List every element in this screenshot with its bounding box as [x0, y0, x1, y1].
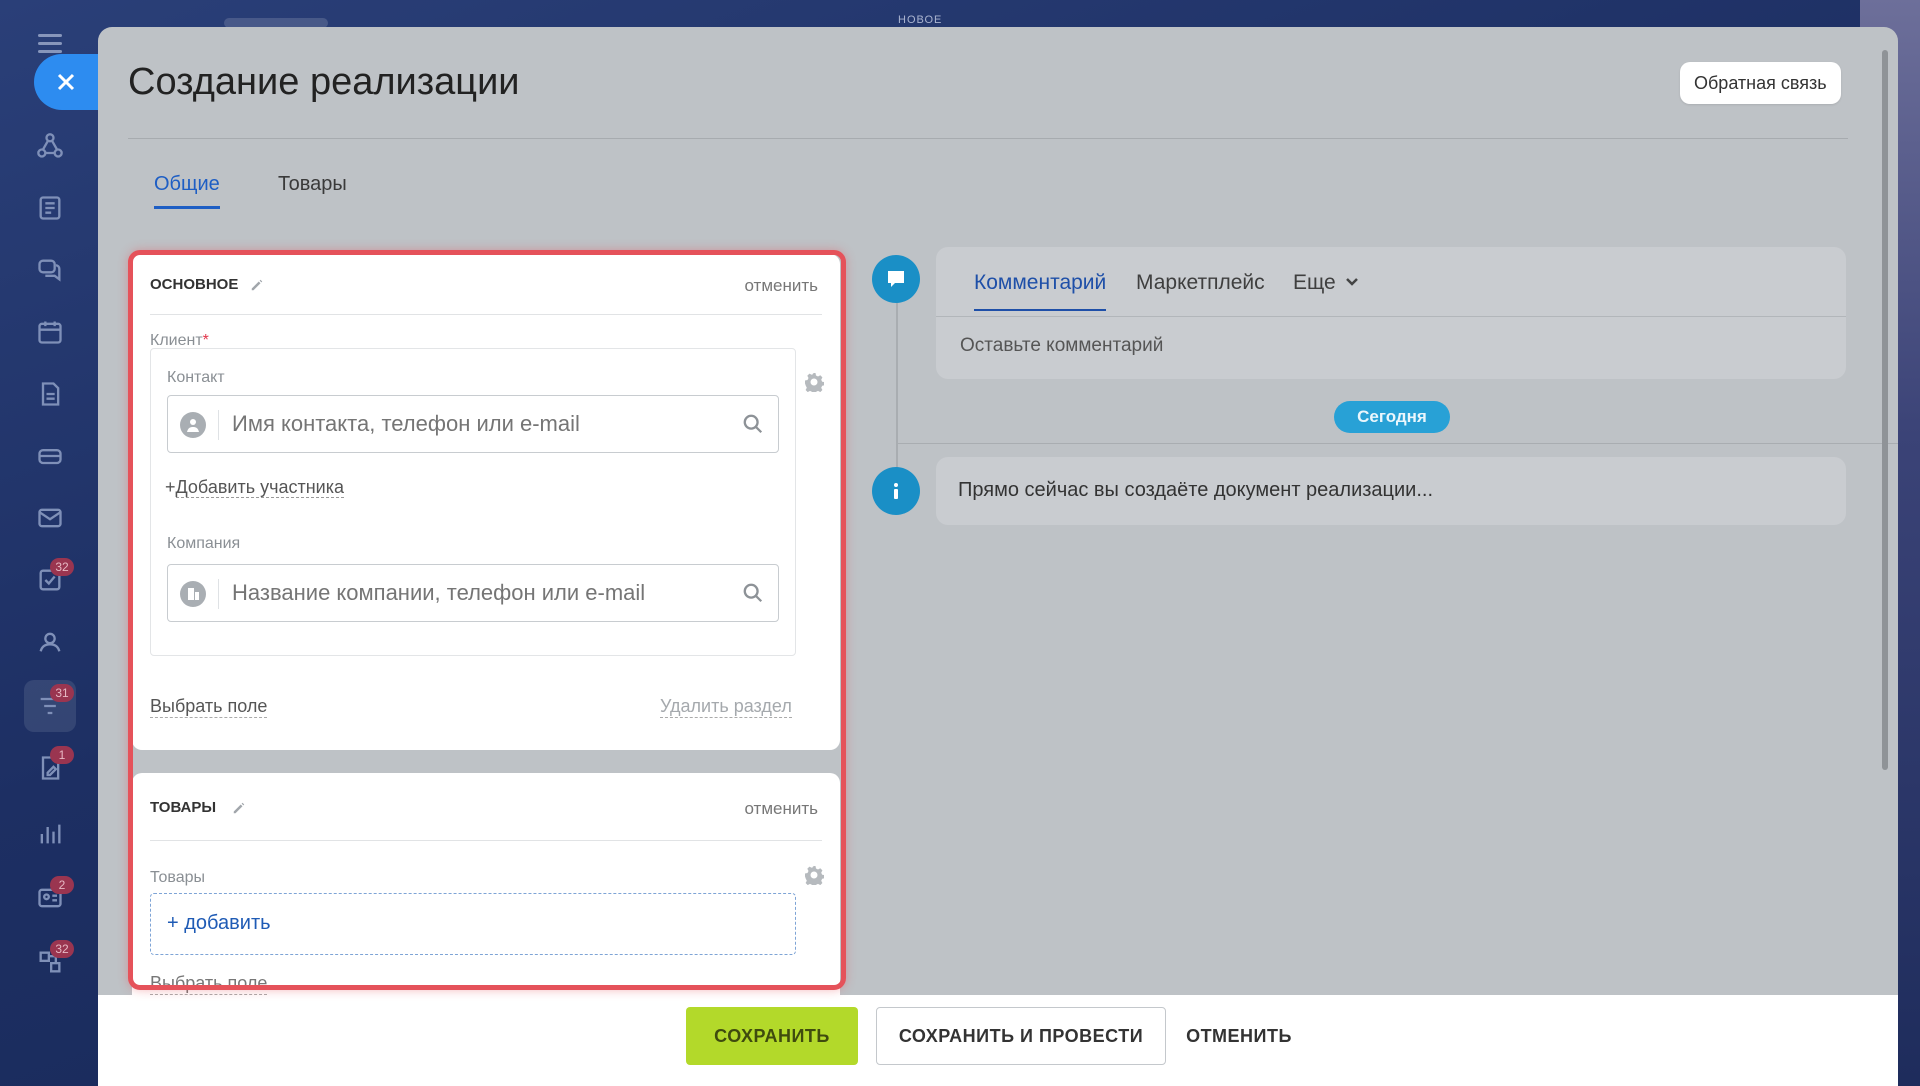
company-field[interactable]	[167, 564, 779, 622]
today-badge: Сегодня	[1334, 401, 1450, 433]
calendar-icon	[38, 321, 62, 344]
tab-general[interactable]: Общие	[154, 173, 220, 209]
pencil-icon-svg	[251, 279, 263, 291]
comment-divider	[936, 316, 1846, 317]
rail-item-tasks[interactable]: 32	[24, 554, 76, 606]
building-icon	[180, 581, 206, 607]
search-icon[interactable]	[742, 413, 764, 435]
search-icon[interactable]	[742, 582, 764, 604]
top-label: НОВОЕ	[898, 14, 943, 26]
page-title: Создание реализации	[128, 61, 520, 103]
analytics-icon	[40, 824, 61, 844]
choose-field-link[interactable]: Выбрать поле	[150, 696, 268, 718]
rail-item-contacts[interactable]	[24, 616, 76, 668]
section-cancel-link[interactable]: отменить	[744, 276, 818, 296]
document-icon	[41, 382, 60, 406]
automation-badge: 32	[50, 940, 74, 958]
input-separator	[218, 579, 219, 609]
products-choose-field-link[interactable]: Выбрать поле	[150, 973, 268, 995]
rail-item-feed[interactable]	[24, 182, 76, 234]
tab-marketplace[interactable]: Маркетплейс	[1136, 271, 1265, 309]
contact-label: Контакт	[167, 369, 225, 386]
info-card: Прямо сейчас вы создаёте документ реализ…	[936, 457, 1846, 525]
contacts-icon	[39, 632, 61, 652]
tab-products[interactable]: Товары	[278, 173, 347, 206]
section-title: ОСНОВНОЕ	[150, 276, 239, 293]
gear-icon[interactable]	[804, 372, 825, 395]
section-divider	[150, 840, 822, 841]
pencil-icon[interactable]	[250, 278, 264, 292]
close-icon	[57, 73, 75, 91]
rail-item-calendar[interactable]	[24, 306, 76, 358]
products-section-card: ТОВАРЫ отменить Товары + добавить Выбрат…	[132, 773, 840, 995]
info-text: Прямо сейчас вы создаёте документ реализ…	[958, 479, 1434, 501]
products-label: Товары	[150, 869, 206, 886]
mail-icon	[38, 508, 62, 528]
info-icon	[872, 467, 920, 515]
comment-timeline-icon	[872, 255, 920, 303]
company-search-input[interactable]	[232, 580, 732, 606]
workgroups-badge: 2	[50, 876, 74, 894]
rail-item-drive[interactable]	[24, 430, 76, 482]
delete-section-link[interactable]: Удалить раздел	[660, 696, 792, 718]
edit-docs-badge: 1	[50, 746, 74, 764]
main-section-card: ОСНОВНОЕ отменить Клиент* Контакт +Добав…	[132, 254, 840, 750]
drive-icon	[38, 449, 62, 465]
comment-editor: Комментарий Маркетплейс Еще Оставьте ком…	[936, 247, 1846, 379]
news-feed-icon	[39, 196, 61, 220]
rail-item-edit-docs[interactable]: 1	[24, 742, 76, 794]
cancel-button[interactable]: ОТМЕНИТЬ	[1184, 1007, 1294, 1065]
add-product-link[interactable]: + добавить	[167, 912, 271, 935]
crm-badge: 31	[50, 684, 74, 702]
chat-icon	[38, 259, 61, 282]
products-section-title: ТОВАРЫ	[150, 799, 217, 816]
timeline-date-line	[897, 443, 1898, 444]
save-and-post-button[interactable]: СОХРАНИТЬ И ПРОВЕСТИ	[876, 1007, 1166, 1065]
create-realization-panel: Создание реализации Обратная связь Общие…	[98, 27, 1898, 1086]
input-separator	[218, 410, 219, 440]
tab-more[interactable]: Еще	[1293, 271, 1360, 309]
contact-field[interactable]	[167, 395, 779, 453]
rail-item-funnel[interactable]	[24, 120, 76, 172]
funnel-nodes-icon	[37, 133, 63, 158]
tab-comment[interactable]: Комментарий	[974, 271, 1107, 311]
feedback-button[interactable]: Обратная связь	[1680, 62, 1841, 104]
timeline-line	[896, 289, 898, 489]
user-icon	[180, 412, 206, 438]
chevron-down-icon	[1344, 271, 1360, 295]
rail-item-documents[interactable]	[24, 368, 76, 420]
pencil-icon[interactable]	[232, 801, 246, 815]
rail-item-workgroups[interactable]: 2	[24, 872, 76, 924]
rail-item-crm[interactable]: 31	[24, 680, 76, 732]
action-bar: СОХРАНИТЬ СОХРАНИТЬ И ПРОВЕСТИ ОТМЕНИТЬ	[98, 995, 1898, 1086]
company-label: Компания	[167, 535, 241, 552]
left-navigation-rail: 32 31 1 2 32	[0, 0, 98, 1086]
close-slider-button[interactable]	[34, 54, 104, 110]
save-button[interactable]: СОХРАНИТЬ	[686, 1007, 858, 1065]
section-divider	[150, 314, 822, 315]
gear-icon[interactable]	[804, 865, 825, 888]
products-cancel-link[interactable]: отменить	[744, 799, 818, 819]
rail-item-automation[interactable]: 32	[24, 936, 76, 988]
rail-item-mail[interactable]	[24, 492, 76, 544]
rail-item-chat[interactable]	[24, 244, 76, 296]
panel-scrollbar[interactable]	[1882, 50, 1888, 770]
rail-item-analytics[interactable]	[24, 808, 76, 860]
tasks-badge: 32	[50, 558, 74, 576]
contact-search-input[interactable]	[232, 411, 732, 437]
add-product-box[interactable]: + добавить	[150, 893, 796, 955]
add-participant-link[interactable]: +Добавить участника	[165, 477, 344, 498]
title-divider	[128, 138, 1848, 139]
comment-input[interactable]: Оставьте комментарий	[960, 335, 1163, 357]
client-box: Контакт +Добавить участника Компания	[150, 348, 796, 656]
